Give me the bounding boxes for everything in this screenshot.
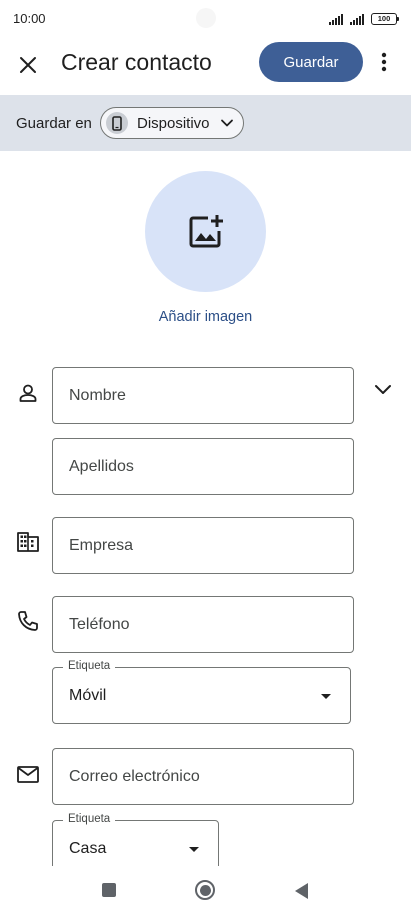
phone-icon: [16, 609, 40, 633]
phone-label-value: Móvil: [69, 686, 107, 704]
email-field[interactable]: Correo electrónico: [52, 748, 354, 805]
status-time: 10:00: [13, 11, 46, 26]
last-name-field[interactable]: Apellidos: [52, 438, 354, 495]
camera-cutout: [196, 8, 216, 28]
chevron-down-icon: [221, 119, 233, 127]
phone-field[interactable]: Teléfono: [52, 596, 354, 653]
first-name-placeholder: Nombre: [69, 386, 126, 404]
person-icon: [16, 381, 40, 405]
more-options-button[interactable]: [370, 47, 398, 77]
status-icons: 100: [329, 11, 399, 25]
account-selector[interactable]: Dispositivo: [100, 107, 244, 139]
add-photo-icon: [189, 214, 223, 247]
save-in-label: Guardar en: [16, 115, 92, 132]
page-title: Crear contacto: [61, 49, 212, 75]
last-name-placeholder: Apellidos: [69, 457, 134, 475]
signal-icon: [329, 14, 343, 25]
first-name-field[interactable]: Nombre: [52, 367, 354, 424]
more-vert-icon: [381, 52, 387, 72]
phone-placeholder: Teléfono: [69, 615, 130, 633]
phone-label-select[interactable]: Etiqueta Móvil: [52, 660, 351, 724]
app-bar: Crear contacto Guardar: [0, 36, 411, 94]
email-placeholder: Correo electrónico: [69, 767, 200, 785]
home-icon: [199, 884, 211, 896]
mail-icon: [16, 762, 40, 786]
system-navigation-bar: [0, 866, 411, 914]
back-button[interactable]: [295, 883, 308, 899]
signal-icon: [350, 14, 364, 25]
account-label: Dispositivo: [137, 114, 210, 132]
phone-device-icon: [106, 112, 128, 134]
save-in-bar: Guardar en Dispositivo: [0, 95, 411, 151]
expand-name-button[interactable]: [370, 377, 396, 403]
email-label-legend: Etiqueta: [63, 813, 116, 825]
phone-label-legend: Etiqueta: [63, 660, 116, 672]
recents-button[interactable]: [102, 883, 116, 897]
chevron-down-icon: [375, 385, 391, 394]
dropdown-arrow-icon: [189, 846, 199, 852]
save-button[interactable]: Guardar: [259, 42, 363, 82]
add-image-link[interactable]: Añadir imagen: [0, 309, 411, 325]
business-icon: [16, 530, 40, 554]
status-bar: 10:00 100: [0, 0, 411, 36]
contact-photo-button[interactable]: [145, 171, 266, 292]
close-icon: [20, 57, 36, 73]
company-field[interactable]: Empresa: [52, 517, 354, 574]
home-button[interactable]: [195, 880, 215, 900]
company-placeholder: Empresa: [69, 536, 134, 554]
dropdown-arrow-icon: [321, 693, 331, 699]
email-label-value: Casa: [69, 839, 107, 857]
battery-icon: 100: [371, 13, 399, 25]
close-button[interactable]: [10, 47, 46, 83]
